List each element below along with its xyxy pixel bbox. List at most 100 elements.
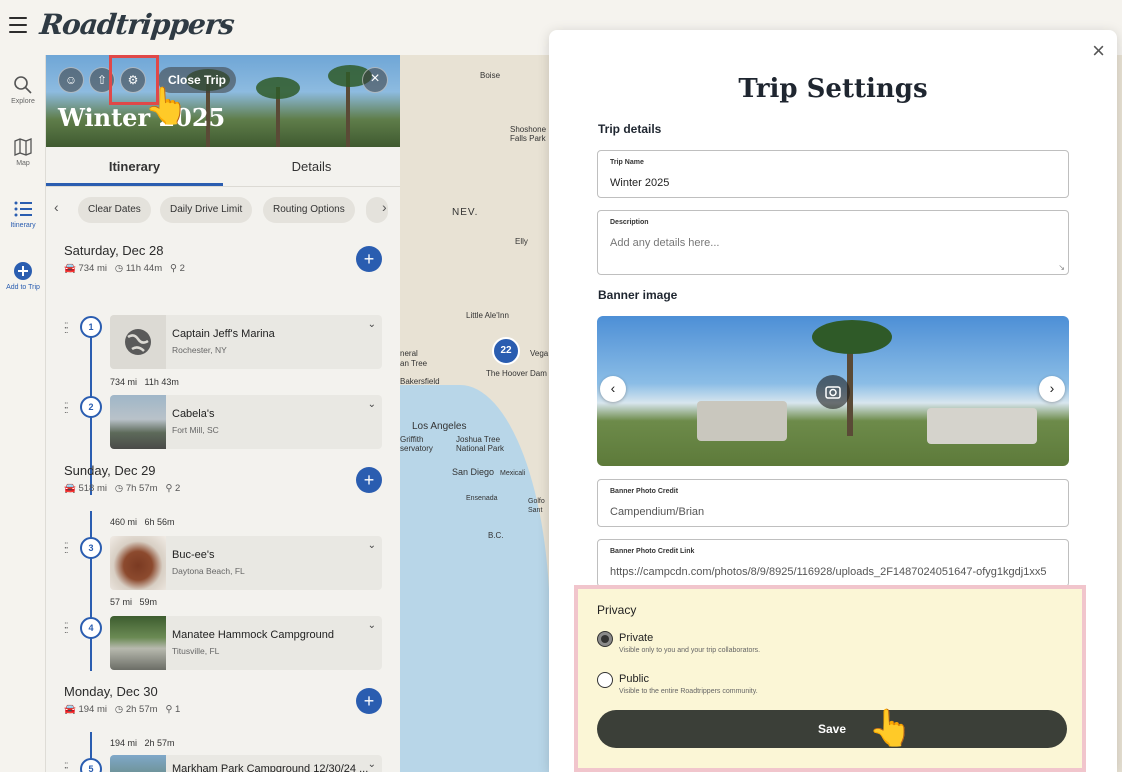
- privacy-section: Privacy Private Visible only to you and …: [574, 585, 1086, 772]
- map-label: Los Angeles: [412, 421, 467, 432]
- map-cluster-marker[interactable]: 22: [492, 337, 520, 365]
- public-help-text: Visible to the entire Roadtrippers commu…: [619, 688, 758, 695]
- stop-number: 4: [80, 617, 102, 639]
- stop-thumbnail: [110, 616, 166, 670]
- rail-item-add-to-trip[interactable]: Add to Trip: [0, 261, 46, 291]
- stop-thumbnail: [110, 395, 166, 449]
- map-label: Joshua Tree National Park: [456, 435, 505, 453]
- photo-credit-input[interactable]: Campendium/Brian: [610, 506, 1060, 518]
- add-stop-button[interactable]: +: [356, 246, 382, 272]
- rail-item-itinerary[interactable]: Itinerary: [0, 199, 46, 229]
- map-label: servatory: [400, 444, 433, 453]
- segment-info: 460 mi 6h 56m: [110, 517, 175, 527]
- photo-credit-field[interactable]: Banner Photo Credit Campendium/Brian: [597, 479, 1069, 527]
- map-label: Little Ale'Inn: [466, 311, 509, 320]
- map-label: Elly: [515, 237, 528, 246]
- palm-tree: [812, 320, 892, 354]
- change-photo-button[interactable]: [816, 375, 850, 409]
- globe-icon: [125, 329, 151, 355]
- map-label: an Tree: [400, 359, 428, 368]
- stop-number: 5: [80, 758, 102, 772]
- trip-settings-modal: × Trip Settings Trip details Trip Name W…: [549, 30, 1117, 772]
- routing-options-chip[interactable]: Routing Options: [263, 197, 355, 223]
- day-meta: 🚘 194 mi ◷ 2h 57m ⚲ 1: [64, 704, 181, 715]
- segment-info: 734 mi 11h 43m: [110, 377, 179, 387]
- drag-handle-icon[interactable]: ::::: [64, 321, 72, 336]
- chevron-right-icon[interactable]: ›: [382, 199, 387, 215]
- privacy-heading: Privacy: [597, 603, 637, 617]
- drag-handle-icon[interactable]: ::::: [64, 761, 72, 772]
- rail-label-itinerary: Itinerary: [10, 222, 36, 229]
- chevron-right-icon: ›: [1049, 380, 1055, 396]
- rail-item-map[interactable]: Map: [0, 137, 46, 167]
- chevron-down-icon[interactable]: ⌄: [368, 399, 376, 410]
- drag-handle-icon[interactable]: ::::: [64, 401, 72, 416]
- camera-icon: [825, 386, 841, 399]
- map-label: B.C.: [488, 531, 504, 540]
- menu-icon[interactable]: [9, 17, 27, 33]
- stop-card[interactable]: Cabela's Fort Mill, SC ⌄: [110, 395, 382, 449]
- panel-tabs: Itinerary Details: [46, 147, 400, 187]
- app-logo[interactable]: Roadtrippers: [38, 8, 235, 41]
- description-field[interactable]: Description Add any details here... ↘: [597, 210, 1069, 275]
- clear-dates-chip[interactable]: Clear Dates: [78, 197, 151, 223]
- tab-details[interactable]: Details: [223, 147, 400, 186]
- day-header: Monday, Dec 30 🚘 194 mi ◷ 2h 57m ⚲ 1: [64, 684, 180, 715]
- search-icon: [14, 76, 32, 94]
- chevron-left-icon[interactable]: ‹: [54, 199, 59, 215]
- day-title: Sunday, Dec 29: [64, 463, 156, 478]
- rail-item-explore[interactable]: Explore: [0, 75, 46, 105]
- map-label: Bakersfield: [400, 377, 440, 386]
- day-header: Sunday, Dec 29 🚘 518 mi ◷ 7h 57m ⚲ 2: [64, 463, 180, 494]
- trip-name-field[interactable]: Trip Name Winter 2025: [597, 150, 1069, 198]
- private-radio[interactable]: [597, 631, 613, 647]
- save-button[interactable]: Save: [597, 710, 1067, 748]
- rail-label-explore: Explore: [11, 98, 35, 105]
- chip-row: ‹ Clear Dates Daily Drive Limit Routing …: [46, 187, 400, 231]
- photo-link-input[interactable]: https://campcdn.com/photos/8/9/8925/1169…: [610, 566, 1060, 578]
- resize-handle-icon[interactable]: ↘: [1058, 263, 1065, 272]
- carousel-next-button[interactable]: ›: [1039, 376, 1065, 402]
- drag-handle-icon[interactable]: ::::: [64, 541, 72, 556]
- photo-link-label: Banner Photo Credit Link: [610, 548, 695, 555]
- carousel-prev-button[interactable]: ‹: [600, 376, 626, 402]
- public-radio[interactable]: [597, 672, 613, 688]
- stop-card[interactable]: Manatee Hammock Campground Titusville, F…: [110, 616, 382, 670]
- photo-credit-label: Banner Photo Credit: [610, 488, 679, 495]
- day-title: Saturday, Dec 28: [64, 243, 164, 258]
- day-header: Saturday, Dec 28 🚘 734 mi ◷ 11h 44m ⚲ 2: [64, 243, 185, 274]
- map-label: Mexicali: [500, 470, 526, 477]
- trip-name-input[interactable]: Winter 2025: [610, 177, 1060, 189]
- stop-card[interactable]: Buc-ee's Daytona Beach, FL ⌄: [110, 536, 382, 590]
- map-label: Vega: [530, 349, 549, 358]
- close-icon[interactable]: ×: [1092, 38, 1105, 64]
- upload-icon: ⇧: [96, 73, 108, 87]
- private-label[interactable]: Private: [619, 632, 653, 644]
- stop-card[interactable]: Markham Park Campground 12/30/24 ... ⌄: [110, 755, 382, 772]
- photo-link-field[interactable]: Banner Photo Credit Link https://campcdn…: [597, 539, 1069, 587]
- pointer-hand-icon: 👆: [868, 707, 913, 748]
- rail-label-map: Map: [16, 160, 30, 167]
- chevron-down-icon[interactable]: ⌄: [368, 620, 376, 631]
- stop-number: 3: [80, 537, 102, 559]
- chevron-down-icon[interactable]: ⌄: [368, 759, 376, 770]
- map-label: neral: [400, 349, 418, 358]
- chevron-down-icon[interactable]: ⌄: [368, 319, 376, 330]
- segment-info: 57 mi 59m: [110, 597, 158, 607]
- trip-details-heading: Trip details: [598, 122, 662, 136]
- banner-close-button[interactable]: ×: [362, 67, 388, 93]
- map-label: NEV.: [452, 207, 479, 218]
- map-label: Golfo: [528, 498, 545, 505]
- tab-itinerary[interactable]: Itinerary: [46, 147, 223, 186]
- stop-location: Rochester, NY: [172, 345, 227, 355]
- public-label[interactable]: Public: [619, 673, 649, 685]
- add-stop-button[interactable]: +: [356, 688, 382, 714]
- daily-drive-limit-chip[interactable]: Daily Drive Limit: [160, 197, 253, 223]
- add-stop-button[interactable]: +: [356, 467, 382, 493]
- collaborators-button[interactable]: ☺: [58, 67, 84, 93]
- drag-handle-icon[interactable]: ::::: [64, 621, 72, 636]
- rv-vehicle: [927, 408, 1037, 444]
- stop-card[interactable]: Captain Jeff's Marina Rochester, NY ⌄: [110, 315, 382, 369]
- description-input[interactable]: Add any details here...: [610, 237, 1060, 249]
- chevron-down-icon[interactable]: ⌄: [368, 540, 376, 551]
